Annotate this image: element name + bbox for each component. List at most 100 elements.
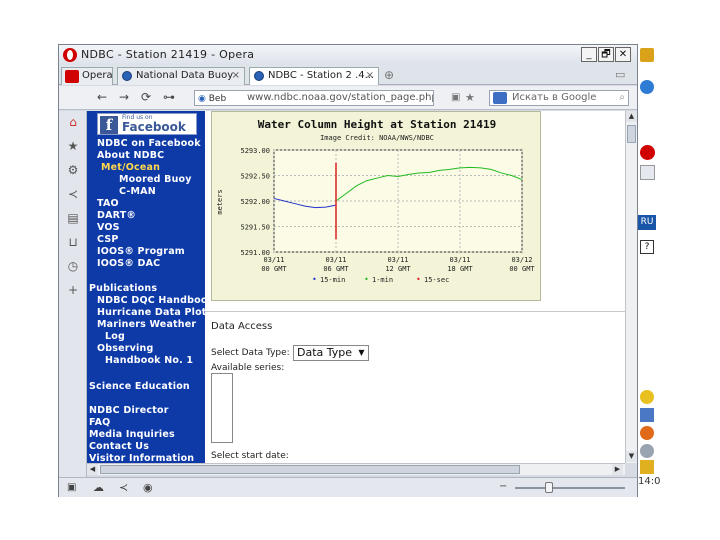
cloud-icon[interactable]: ☁ xyxy=(93,481,104,494)
scroll-down-icon[interactable]: ▼ xyxy=(626,451,637,462)
legend-label: 15-min xyxy=(320,276,345,284)
tray-volume-icon[interactable] xyxy=(640,460,654,474)
tray-app-icon[interactable] xyxy=(640,165,655,180)
y-tick-label: 5292.00 xyxy=(240,198,270,206)
x-tick-label: 12 GMT xyxy=(385,265,411,273)
nav-link-ioos-program[interactable]: IOOS® Program xyxy=(97,246,185,257)
facebook-badge[interactable]: f Find us on Facebook xyxy=(97,113,197,135)
nav-link-csp[interactable]: CSP xyxy=(97,234,119,245)
nav-link-science-education[interactable]: Science Education xyxy=(89,381,190,392)
share-icon[interactable]: ≺ xyxy=(66,187,80,201)
back-arrow-icon[interactable]: ← xyxy=(97,90,107,104)
nav-link-observing-handbook[interactable]: Handbook No. 1 xyxy=(105,355,193,366)
nav-link-moored-buoy[interactable]: Moored Buoy xyxy=(119,174,192,185)
address-toolbar: ← → ⟳ ⊶ ◉ Beb www.ndbc.noaa.gov/station_… xyxy=(59,86,637,110)
notes-icon[interactable]: ▤ xyxy=(66,211,80,225)
speed-icon[interactable]: ◉ xyxy=(143,481,153,494)
tab-list-icon[interactable]: ▭ xyxy=(615,68,625,81)
tray-bulb-icon[interactable] xyxy=(640,390,654,404)
panel-toggle-icon[interactable]: ▣ xyxy=(67,482,76,493)
scroll-right-icon[interactable]: ▶ xyxy=(612,464,623,475)
close-button[interactable]: ✕ xyxy=(615,47,631,62)
nav-link-about[interactable]: About NDBC xyxy=(97,150,164,161)
nav-link-faq[interactable]: FAQ xyxy=(89,417,110,428)
facebook-logo-icon: f xyxy=(100,116,118,134)
search-field[interactable]: Искать в Google ⌕ xyxy=(489,90,629,106)
tray-keyboard-icon[interactable] xyxy=(640,408,654,422)
nav-link-cman[interactable]: C-MAN xyxy=(119,186,156,197)
nav-link-dart[interactable]: DART® xyxy=(97,210,136,221)
section-divider xyxy=(205,311,625,312)
tab-close-icon[interactable]: × xyxy=(366,68,374,84)
view-icon[interactable]: ▣ xyxy=(451,92,460,103)
search-icon[interactable]: ⌕ xyxy=(619,91,625,105)
nav-link-tao[interactable]: TAO xyxy=(97,198,119,209)
tab-label: Opera xyxy=(82,70,113,81)
nav-link-mariners-log[interactable]: Log xyxy=(105,331,125,342)
nav-link-hurricane-plots[interactable]: Hurricane Data Plots xyxy=(97,307,212,318)
y-tick-label: 5291.50 xyxy=(240,224,270,232)
y-tick-label: 5292.50 xyxy=(240,173,270,181)
chart-ylabel: meters xyxy=(216,189,224,214)
tab-ndbc-station[interactable]: NDBC - Station 2 .4... × xyxy=(249,67,379,85)
nav-link-media[interactable]: Media Inquiries xyxy=(89,429,175,440)
help-icon[interactable]: ? xyxy=(640,240,654,254)
reload-icon[interactable]: ⟳ xyxy=(141,90,151,104)
vertical-scroll-thumb[interactable] xyxy=(627,125,636,143)
nav-link-vos[interactable]: VOS xyxy=(97,222,120,233)
x-tick-label: 06 GMT xyxy=(323,265,349,273)
opera-tray-icon[interactable] xyxy=(640,145,655,160)
nav-link-contact[interactable]: Contact Us xyxy=(89,441,149,452)
x-tick-label: 00 GMT xyxy=(509,265,535,273)
tab-opera-menu[interactable]: Opera xyxy=(61,67,113,85)
status-bar: ▣ ☁ ≺ ◉ − xyxy=(59,477,637,497)
data-type-select[interactable]: Data Type ▼ xyxy=(293,345,369,361)
desktop-app-icon[interactable] xyxy=(640,48,654,62)
nav-link-dqc-handbook[interactable]: NDBC DQC Handbook xyxy=(97,295,214,306)
add-panel-icon[interactable]: + xyxy=(66,283,80,297)
bookmark-star-icon[interactable]: ★ xyxy=(465,91,475,104)
new-tab-icon[interactable]: ⊕ xyxy=(384,68,394,82)
nav-link-publications[interactable]: Publications xyxy=(89,283,157,294)
key-icon[interactable]: ⊶ xyxy=(163,90,175,104)
legend-marker: • xyxy=(416,275,421,284)
language-indicator[interactable]: RU xyxy=(638,215,656,230)
nav-link-ndbc-facebook[interactable]: NDBC on Facebook xyxy=(97,138,201,149)
side-panel: ⌂ ★ ⚙ ≺ ▤ ⊔ ◷ + xyxy=(59,111,87,477)
nav-link-director[interactable]: NDBC Director xyxy=(89,405,169,416)
vertical-scrollbar[interactable]: ▲ ▼ xyxy=(625,111,637,463)
tray-update-icon[interactable] xyxy=(640,426,654,440)
maximize-button[interactable]: 🗗 xyxy=(598,47,614,62)
downloads-icon[interactable]: ⊔ xyxy=(66,235,80,249)
scroll-up-icon[interactable]: ▲ xyxy=(626,111,637,122)
share-status-icon[interactable]: ≺ xyxy=(119,481,128,494)
horizontal-scrollbar[interactable]: ◀ ▶ xyxy=(87,463,625,475)
address-field[interactable]: ◉ Beb www.ndbc.noaa.gov/station_page.php xyxy=(194,90,434,106)
nav-link-observing[interactable]: Observing xyxy=(97,343,153,354)
zoom-slider[interactable] xyxy=(515,487,625,489)
scroll-left-icon[interactable]: ◀ xyxy=(87,464,98,475)
chart-title: Water Column Height at Station 21419 xyxy=(258,118,496,131)
right-tray: RU ? 14:0 xyxy=(638,140,660,490)
tab-national-data-buoy[interactable]: National Data Buoy × xyxy=(117,67,245,85)
legend-label: 15-sec xyxy=(424,276,449,284)
nav-link-ioos-dac[interactable]: IOOS® DAC xyxy=(97,258,160,269)
horizontal-scroll-thumb[interactable] xyxy=(100,465,520,474)
nav-link-mariners-weather[interactable]: Mariners Weather xyxy=(97,319,196,330)
desktop-browser-icon[interactable] xyxy=(640,80,654,94)
history-clock-icon[interactable]: ◷ xyxy=(66,259,80,273)
settings-gear-icon[interactable]: ⚙ xyxy=(66,163,80,177)
available-series-listbox[interactable] xyxy=(211,373,233,443)
y-tick-label: 5293.00 xyxy=(240,147,270,155)
forward-arrow-icon[interactable]: → xyxy=(119,90,129,104)
bookmarks-icon[interactable]: ★ xyxy=(66,139,80,153)
speed-dial-icon[interactable]: ⌂ xyxy=(66,115,80,129)
opera-logo-icon xyxy=(63,48,77,62)
search-engine-icon[interactable] xyxy=(493,92,507,104)
tab-close-icon[interactable]: × xyxy=(232,68,240,84)
zoom-out-icon[interactable]: − xyxy=(499,481,507,492)
nav-link-met-ocean[interactable]: Met/Ocean xyxy=(101,162,160,173)
minimize-button[interactable]: _ xyxy=(581,47,597,62)
zoom-slider-handle[interactable] xyxy=(545,482,553,493)
tray-network-icon[interactable] xyxy=(640,444,654,458)
